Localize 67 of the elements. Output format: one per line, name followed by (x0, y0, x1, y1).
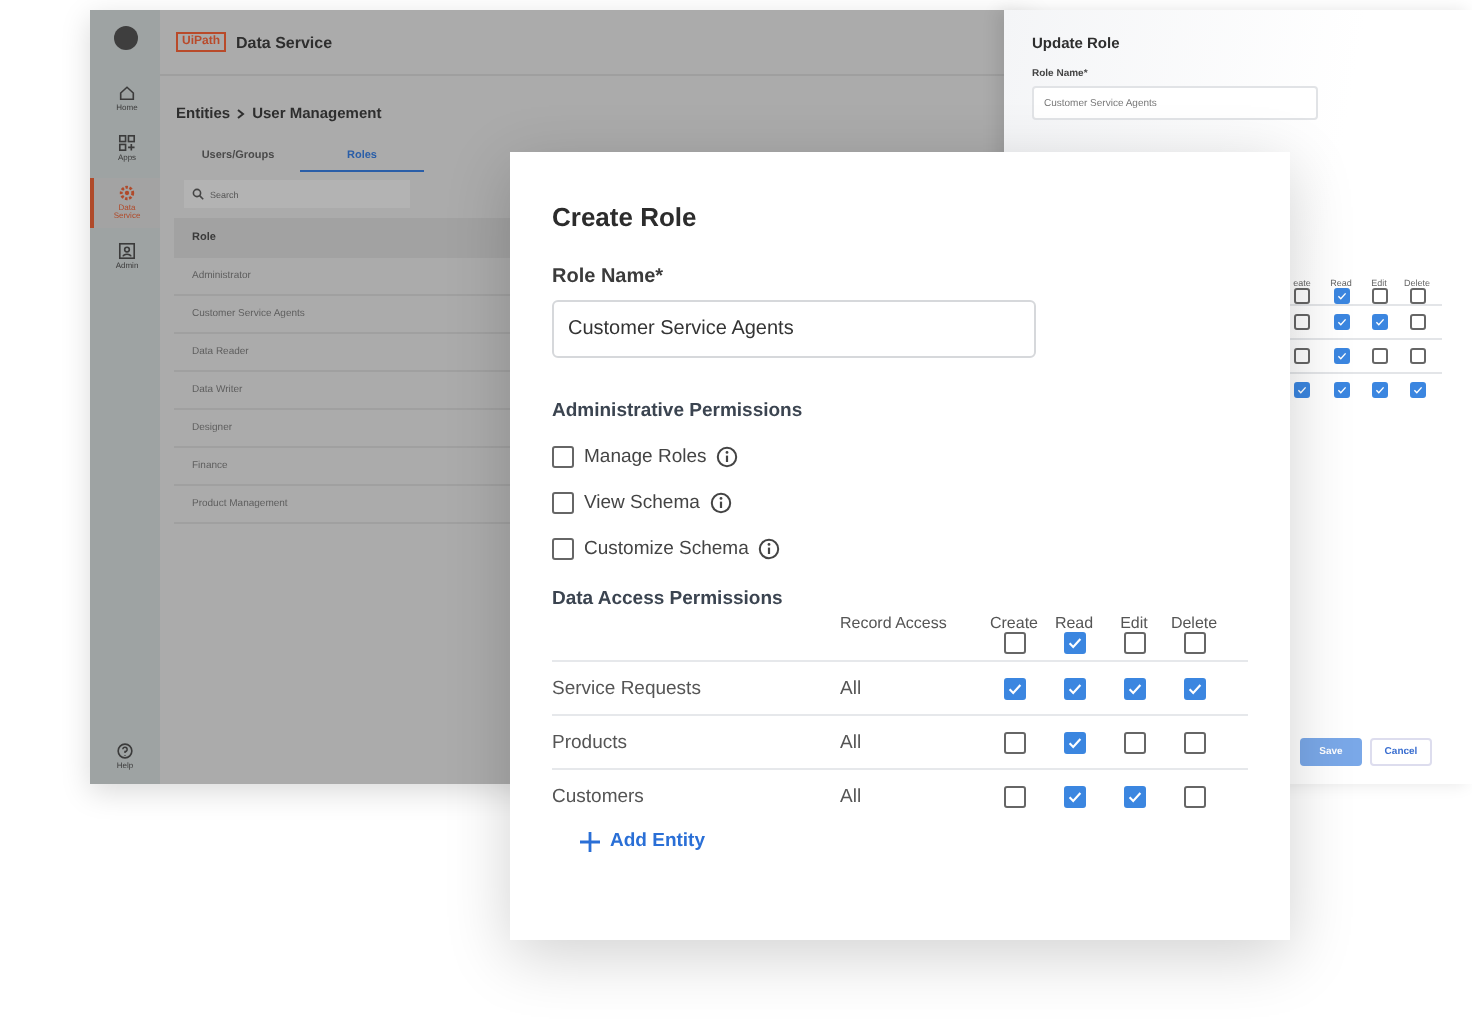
record-access: All (840, 731, 862, 753)
checkbox[interactable] (552, 492, 574, 514)
checkbox[interactable] (1294, 348, 1310, 364)
checkbox[interactable] (1123, 731, 1145, 753)
record-access: All (840, 677, 862, 699)
help-icon (116, 742, 134, 761)
home-icon (118, 84, 136, 102)
checkbox[interactable] (1183, 785, 1205, 807)
info-icon[interactable] (709, 492, 732, 514)
checkbox-label: View Schema (584, 492, 700, 514)
entity-name: Service Requests (552, 677, 701, 699)
search-icon (192, 188, 204, 200)
info-icon[interactable] (716, 446, 739, 468)
checkbox[interactable] (1409, 314, 1425, 330)
apps-icon (118, 133, 136, 152)
plus-icon (580, 831, 600, 851)
checkbox[interactable] (1371, 382, 1387, 398)
checkbox[interactable] (1333, 348, 1349, 364)
entity-name: Customers (552, 785, 644, 807)
checkbox[interactable] (1183, 677, 1205, 699)
checkbox[interactable] (552, 538, 574, 560)
avatar-icon[interactable] (113, 26, 137, 50)
admin-icon (118, 242, 136, 261)
column-header: Create (989, 614, 1038, 632)
chevron-icon (236, 107, 247, 119)
checkbox[interactable] (1409, 288, 1425, 304)
record-access: All (840, 785, 862, 807)
checkbox[interactable] (1003, 785, 1025, 807)
checkbox[interactable] (1371, 288, 1387, 304)
column-header: Read (1054, 614, 1094, 632)
checkbox[interactable] (1063, 731, 1085, 753)
checkbox[interactable] (552, 446, 574, 468)
section-title: Data Access Permissions (552, 588, 785, 610)
checkbox[interactable] (1409, 348, 1425, 364)
checkbox[interactable] (1063, 632, 1085, 654)
checkbox[interactable] (1003, 677, 1025, 699)
checkbox[interactable] (1294, 288, 1310, 304)
checkbox[interactable] (1063, 785, 1085, 807)
checkbox[interactable] (1003, 632, 1025, 654)
checkbox[interactable] (1123, 677, 1145, 699)
checkbox[interactable] (1294, 314, 1310, 330)
column-header: Edit (1120, 614, 1148, 632)
checkbox[interactable] (1063, 677, 1085, 699)
info-icon[interactable] (758, 538, 781, 560)
entity-name: Products (552, 731, 627, 753)
checkbox[interactable] (1123, 785, 1145, 807)
checkbox-label: Manage Roles (584, 446, 707, 468)
checkbox[interactable] (1371, 348, 1387, 364)
checkbox[interactable] (1333, 314, 1349, 330)
section-title: Administrative Permissions (552, 400, 805, 422)
checkbox[interactable] (1294, 382, 1310, 398)
column-header: Delete (1170, 614, 1218, 632)
checkbox[interactable] (1183, 632, 1205, 654)
checkbox[interactable] (1003, 731, 1025, 753)
checkbox[interactable] (1123, 632, 1145, 654)
checkbox[interactable] (1333, 288, 1349, 304)
checkbox-label: Customize Schema (584, 538, 749, 560)
column-header: Record Access (840, 614, 947, 632)
app-title: Data Service (236, 33, 333, 51)
add-entity-button[interactable]: Add Entity (580, 830, 705, 852)
gear-icon (118, 183, 136, 202)
checkbox[interactable] (1183, 731, 1205, 753)
checkbox[interactable] (1371, 314, 1387, 330)
checkbox[interactable] (1409, 382, 1425, 398)
role-name-field[interactable]: Customer Service Agents (552, 300, 1036, 358)
field-label: Role Name* (552, 266, 666, 288)
checkbox[interactable] (1333, 382, 1349, 398)
